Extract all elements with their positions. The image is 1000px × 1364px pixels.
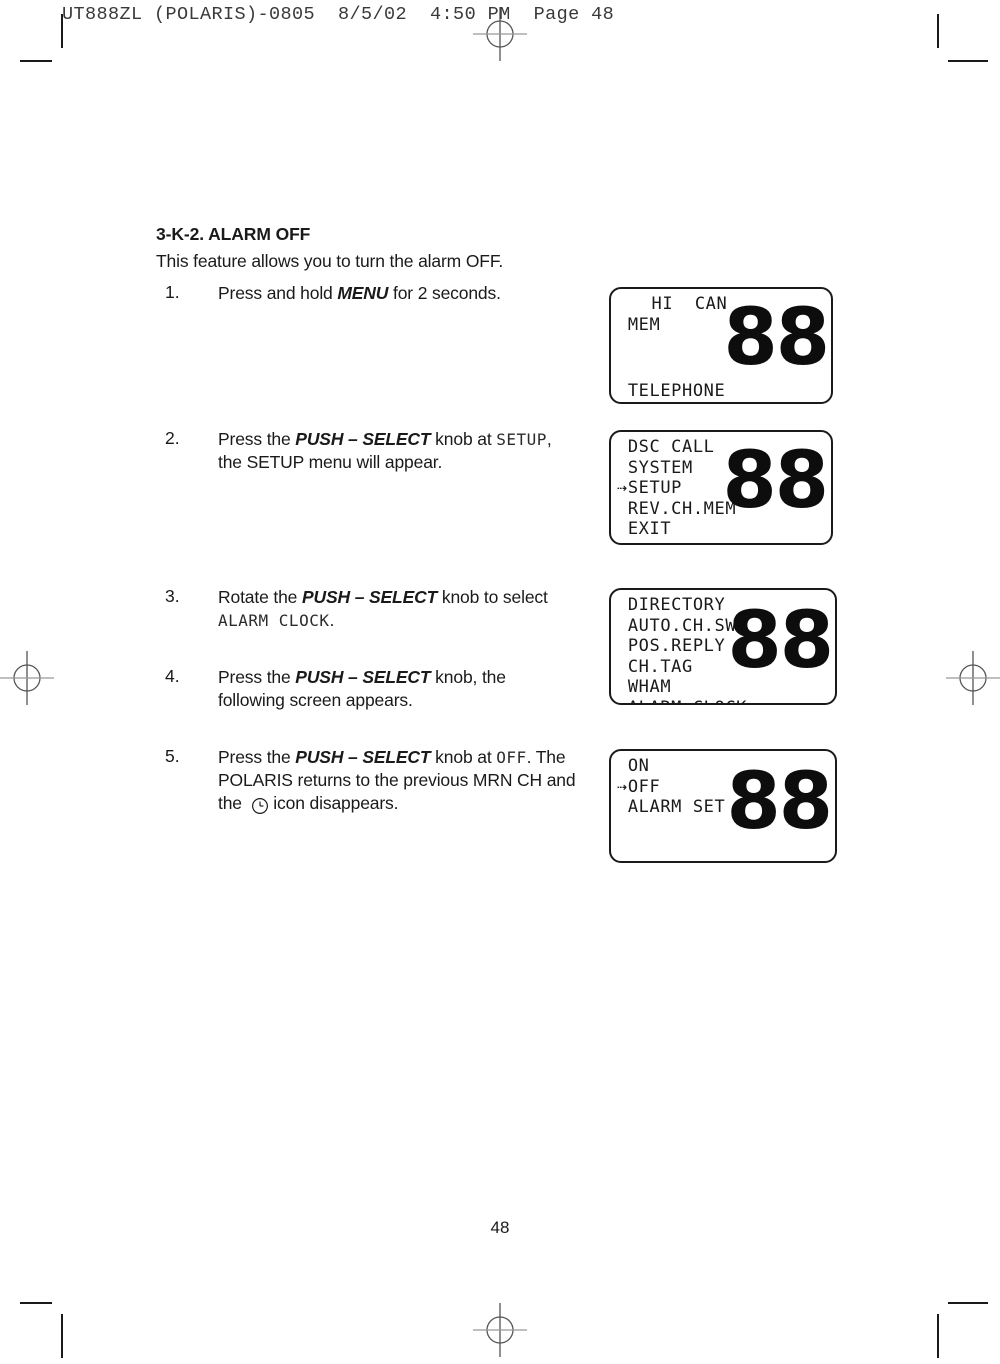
step-item: 2. Press the PUSH – SELECT knob at SETUP… [156, 428, 576, 474]
step-text-run: icon disappears. [268, 792, 399, 813]
step-text: Rotate the PUSH – SELECT knob to select … [218, 586, 576, 632]
clock-icon [249, 795, 268, 814]
lcd-screen-menu: DSC CALL SYSTEM ⇢SETUP REV.CH.MEM EXIT 88 [609, 430, 833, 545]
lcd-screen-setup-menu: DIRECTORY AUTO.CH.SW POS.REPLY CH.TAG WH… [609, 588, 837, 705]
lcd-line-selected: ⇢ALARM CLOCK [617, 698, 835, 704]
step-text-run: Press and hold [218, 283, 338, 303]
control-name: PUSH – SELECT [295, 429, 431, 449]
step-number: 5. [165, 746, 180, 766]
lcd-term: ALARM CLOCK [218, 610, 330, 630]
control-name: PUSH – SELECT [301, 587, 438, 607]
crop-mark-bottom-right-horizontal [948, 1302, 988, 1304]
crop-mark-top-right-vertical [937, 14, 939, 48]
lcd-term: SETUP [496, 430, 547, 449]
lcd-screen-alarm-onoff: ON ⇢OFF ALARM SET 88 [609, 749, 837, 863]
lcd-channel-digits: 88 [726, 757, 833, 847]
page-number: 48 [490, 1218, 510, 1237]
crop-mark-top-left-horizontal [20, 60, 52, 62]
crop-mark-top-right-horizontal [948, 60, 988, 62]
lcd-screen-telephone: HI CAN MEM TELEPHONE 88 [609, 287, 833, 404]
lcd-term: OFF [496, 748, 527, 767]
section-title: 3-K-2. ALARM OFF [156, 224, 311, 244]
lcd-line: TELEPHONE [617, 381, 726, 401]
control-name: MENU [337, 283, 389, 303]
lcd-channel-digits: 88 [723, 293, 830, 383]
step-number: 4. [165, 666, 180, 686]
crop-mark-bottom-left-vertical [61, 1314, 63, 1358]
crop-mark-bottom-right-vertical [937, 1314, 939, 1358]
control-name: PUSH – SELECT [295, 747, 431, 767]
step-text-run: Press the [218, 429, 296, 449]
step-text: Press the PUSH – SELECT knob at SETUP, t… [218, 428, 576, 474]
step-number: 1. [165, 282, 180, 302]
page-content: 3-K-2. ALARM OFF This feature allows you… [156, 224, 856, 276]
step-text-run: . [329, 609, 335, 630]
step-text-run: knob at [430, 747, 497, 767]
control-name: PUSH – SELECT [295, 667, 431, 687]
registration-mark-bottom [473, 1303, 527, 1357]
section-intro: This feature allows you to turn the alar… [156, 251, 504, 271]
step-item: 3. Rotate the PUSH – SELECT knob to sele… [156, 586, 576, 632]
step-text-run: Press the [218, 747, 296, 767]
step-item: 5. Press the PUSH – SELECT knob at OFF. … [156, 746, 576, 814]
step-number: 3. [165, 586, 180, 606]
step-number: 2. [165, 428, 180, 448]
lcd-channel-digits: 88 [722, 436, 829, 526]
step-text-run: knob at [430, 429, 497, 449]
step-text-run: for 2 seconds. [388, 283, 501, 303]
registration-mark-left [0, 651, 54, 705]
lcd-channel-digits: 88 [727, 596, 834, 686]
registration-mark-right [946, 651, 1000, 705]
imposition-slug: UT888ZL (POLARIS)-0805 8/5/02 4:50 PM Pa… [62, 4, 615, 25]
step-text-run: Press the [218, 667, 296, 687]
step-item: 4. Press the PUSH – SELECT knob, the fol… [156, 666, 576, 712]
step-text-run: Rotate the [218, 587, 302, 607]
step-text: Press and hold MENU for 2 seconds. [218, 282, 501, 305]
crop-mark-bottom-left-horizontal [20, 1302, 52, 1304]
step-item: 1. Press and hold MENU for 2 seconds. [156, 282, 576, 305]
step-text: Press the PUSH – SELECT knob at OFF. The… [218, 746, 576, 814]
step-text: Press the PUSH – SELECT knob, the follow… [218, 666, 576, 712]
step-text-run: knob to select [437, 587, 548, 607]
